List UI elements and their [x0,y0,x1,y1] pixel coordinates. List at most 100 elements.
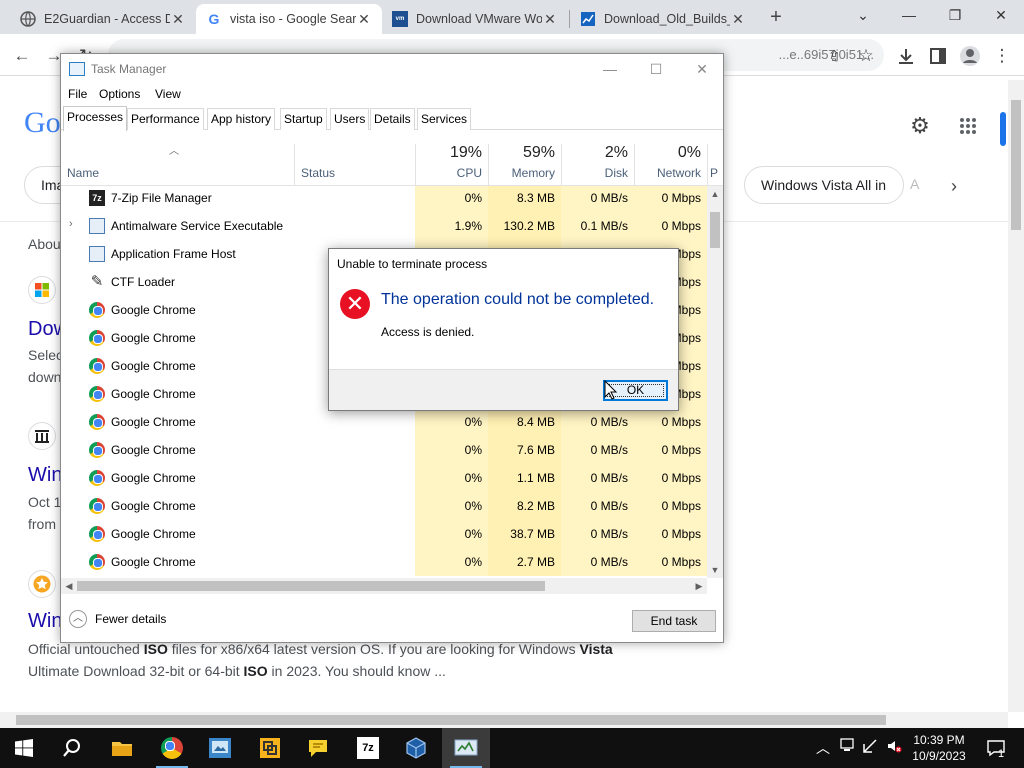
close-window-button[interactable]: ✕ [978,0,1024,30]
filter-chip-more[interactable]: A [910,166,932,204]
cpu-value: 1.9% [415,212,488,240]
disk-label: Disk [604,166,628,180]
tab-users[interactable]: Users [330,108,370,130]
search-icon[interactable] [48,728,96,768]
task-manager-icon [69,62,85,76]
7zip-icon[interactable]: 7z [344,728,392,768]
menu-view[interactable]: View [155,87,181,101]
result-snippet: down [28,369,62,385]
task-manager-icon[interactable] [442,728,490,768]
close-tab-icon[interactable]: ✕ [356,11,372,28]
process-row[interactable]: Google Chrome 0% 1.1 MB 0 MB/s 0 Mbps [61,464,707,492]
scrollbar-thumb[interactable] [16,715,886,725]
task-manager-titlebar[interactable]: Task Manager — ☐ ✕ [61,54,723,84]
network-icon[interactable] [840,738,854,755]
file-explorer-icon[interactable] [98,728,146,768]
result-title-link[interactable]: Win [28,464,62,487]
column-status[interactable]: Status [301,166,335,180]
scroll-down-icon[interactable]: ▼ [707,562,723,578]
filter-chip-vista-all-in-one[interactable]: Windows Vista All in [744,166,904,204]
close-tab-icon[interactable]: ✕ [170,11,186,28]
scroll-right-icon[interactable]: ▶ [691,578,707,594]
clock-time: 10:39 PM [913,733,965,747]
browser-tab-old-builds[interactable]: Download_Old_Builds_ ✕ [570,4,756,34]
chevron-right-icon[interactable]: › [940,172,968,200]
start-icon[interactable] [0,728,48,768]
chrome-icon [89,386,105,402]
maximize-button[interactable]: ☐ [633,56,679,82]
restore-button[interactable]: ❐ [932,0,978,30]
column-name[interactable]: Name [67,166,99,180]
sign-in-button-edge[interactable] [1000,112,1006,146]
process-list-vertical-scrollbar[interactable]: ▲ ▼ [707,186,723,578]
minimize-button[interactable]: — [886,0,932,30]
process-row[interactable]: Google Chrome 0% 2.7 MB 0 MB/s 0 Mbps [61,548,707,576]
tab-search-button[interactable]: ⌄ [840,0,886,30]
scrollbar-thumb[interactable] [710,212,720,248]
result-title-link[interactable]: Win [28,610,62,633]
process-row[interactable]: 7z 7-Zip File Manager 0% 8.3 MB 0 MB/s 0 Mbps [61,186,707,212]
expand-chevron-icon[interactable]: › [69,218,73,230]
end-task-button[interactable]: End task [632,610,716,632]
memory-percent: 59% [522,144,555,161]
tab-startup[interactable]: Startup [280,108,327,130]
close-tab-icon[interactable]: ✕ [542,11,558,28]
scroll-left-icon[interactable]: ◀ [61,578,77,594]
new-tab-button[interactable]: + [762,3,790,31]
browser-tab-vmware[interactable]: vm Download VMware Wo ✕ [382,4,568,34]
scrollbar-thumb[interactable] [77,581,545,591]
process-row[interactable]: › Antimalware Service Executable 1.9% 130.2… [61,212,707,240]
virtualbox-icon[interactable] [392,728,440,768]
close-tab-icon[interactable]: ✕ [730,11,746,28]
download-icon[interactable] [892,42,920,70]
bookmark-star-icon[interactable]: ☆ [852,42,880,70]
back-icon[interactable]: ← [8,42,36,70]
process-row[interactable]: Google Chrome 0% 8.4 MB 0 MB/s 0 Mbps [61,408,707,436]
minimize-button[interactable]: — [587,56,633,82]
column-disk[interactable]: 2% Disk [561,144,634,186]
column-cpu[interactable]: 19% CPU [415,144,488,186]
menu-options[interactable]: Options [99,87,140,101]
profile-avatar-icon[interactable] [956,42,984,70]
browser-menu-icon[interactable]: ⋮ [988,42,1016,70]
column-network[interactable]: 0% Network [634,144,707,186]
page-vertical-scrollbar[interactable] [1008,80,1024,712]
tab-details[interactable]: Details [370,108,415,130]
process-row[interactable]: Google Chrome 0% 8.2 MB 0 MB/s 0 Mbps [61,492,707,520]
process-list-horizontal-scrollbar[interactable]: ◀ ▶ [61,578,707,594]
column-power[interactable]: P [707,144,723,186]
globe-icon [20,11,36,27]
process-row[interactable]: Google Chrome 0% 38.7 MB 0 MB/s 0 Mbps [61,520,707,548]
system-clock[interactable]: 10:39 PM 10/9/2023 [904,732,974,764]
paint-icon[interactable] [196,728,244,768]
chrome-icon [89,358,105,374]
settings-gear-icon[interactable]: ⚙ [906,112,934,140]
column-memory[interactable]: 59% Memory [488,144,561,186]
apps-grid-icon[interactable] [954,112,982,140]
tab-app-history[interactable]: App history [207,108,276,130]
scroll-up-icon[interactable]: ▲ [707,186,723,202]
page-horizontal-scrollbar[interactable] [0,712,1008,728]
tab-processes[interactable]: Processes [63,106,128,131]
notification-center-icon[interactable]: 1 [976,728,1016,768]
browser-tab-e2guardian[interactable]: E2Guardian - Access De ✕ [10,4,196,34]
disk-value: 0 MB/s [561,408,634,436]
volume-muted-icon[interactable] [886,738,902,757]
chrome-icon[interactable] [148,728,196,768]
close-button[interactable]: ✕ [679,56,725,82]
tab-performance[interactable]: Performance [127,108,204,130]
vmware-icon[interactable] [246,728,294,768]
share-icon[interactable]: ⇪ [820,42,848,70]
chat-icon[interactable] [294,728,342,768]
tab-services[interactable]: Services [417,108,472,130]
process-row[interactable]: Google Chrome 0% 7.6 MB 0 MB/s 0 Mbps [61,436,707,464]
network-status-icon[interactable] [862,738,878,757]
browser-tab-google-search[interactable]: G vista iso - Google Sear ✕ [196,4,382,34]
chevron-up-icon[interactable]: ︿ [816,738,830,758]
fewer-details-toggle[interactable]: ︿ Fewer details [69,610,166,628]
scrollbar-thumb[interactable] [1011,100,1021,230]
disk-value: 0.1 MB/s [561,212,634,240]
disk-value: 0 MB/s [561,520,634,548]
side-panel-icon[interactable] [924,42,952,70]
menu-file[interactable]: File [68,87,87,101]
